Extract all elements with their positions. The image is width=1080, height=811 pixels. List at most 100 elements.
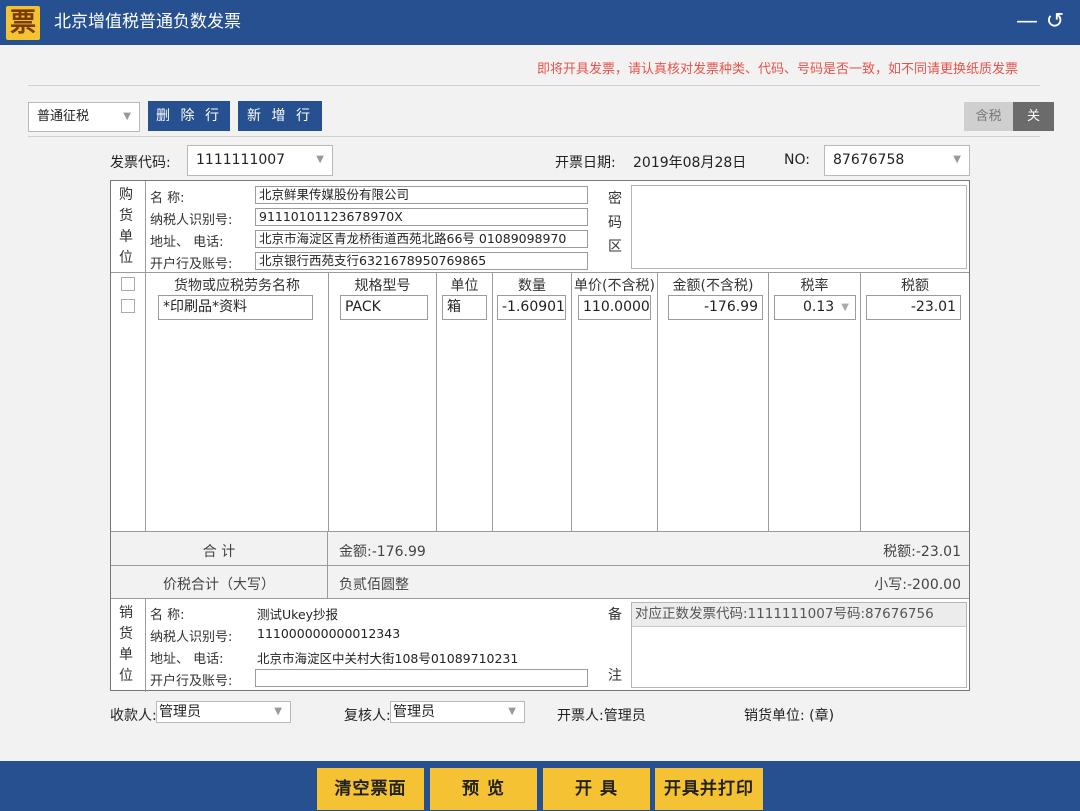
seller-address-value: 北京市海淀区中关村大街108号01089710231 xyxy=(257,651,519,666)
seller-taxid-value: 111000000000012343 xyxy=(257,626,401,641)
tax-included-state: 关 xyxy=(1013,102,1054,131)
seller-taxid-label: 纳税人识别号: xyxy=(150,630,233,645)
invoice-type-select[interactable]: 普通征税 ▼ xyxy=(28,102,140,132)
divider xyxy=(111,272,969,273)
tax-included-label: 含税 xyxy=(964,102,1013,131)
divider xyxy=(145,598,146,692)
item-tax-cell[interactable]: -23.01 xyxy=(866,295,961,320)
column-header-rate: 税率 xyxy=(800,278,829,294)
grand-total-label: 价税合计（大写） xyxy=(163,577,275,593)
seller-bank-label: 开户行及账号: xyxy=(150,674,233,689)
total-amount: 金额:-176.99 xyxy=(339,544,426,560)
chevron-down-icon: ▼ xyxy=(841,302,849,313)
grand-total-small: 小写:-200.00 xyxy=(874,577,961,593)
action-bar xyxy=(0,761,1080,811)
remark-label-top: 备 xyxy=(608,607,622,623)
chevron-down-icon: ▼ xyxy=(953,154,961,165)
issue-button[interactable]: 开 具 xyxy=(543,768,650,810)
issue-date-label: 开票日期: xyxy=(555,155,616,171)
add-row-button[interactable]: 新 增 行 xyxy=(238,101,322,131)
divider xyxy=(860,272,861,531)
row-checkbox[interactable] xyxy=(121,299,135,313)
reviewer-select[interactable]: 管理员 ▼ xyxy=(390,701,525,723)
seller-address-label: 地址、 电话: xyxy=(150,652,224,667)
invoice-type-value: 普通征税 xyxy=(37,109,90,124)
divider xyxy=(328,272,329,531)
column-header-unit: 单位 xyxy=(450,278,479,294)
minimize-button[interactable]: — xyxy=(1014,8,1040,36)
seller-side-label: 销货单位 xyxy=(119,605,133,684)
divider xyxy=(571,272,572,531)
tax-included-toggle[interactable]: 含税 关 xyxy=(964,102,1054,131)
invoice-no-value: 87676758 xyxy=(833,152,905,168)
seller-seal-label: 销货单位: (章) xyxy=(744,708,835,724)
invoice-code-label: 发票代码: xyxy=(110,155,171,171)
buyer-name-field[interactable]: 北京鲜果传媒股份有限公司 xyxy=(255,186,588,204)
column-header-tax: 税额 xyxy=(901,278,929,294)
column-header-amount: 金额(不含税) xyxy=(672,278,754,294)
preview-button[interactable]: 预 览 xyxy=(430,768,537,810)
warning-notice: 即将开具发票，请认真核对发票种类、代码、号码是否一致，如不同请更换纸质发票 xyxy=(536,62,1018,77)
chevron-down-icon: ▼ xyxy=(316,154,324,165)
invoice-no-select[interactable]: 87676758 ▼ xyxy=(824,145,970,176)
total-tax: 税额:-23.01 xyxy=(883,544,961,560)
seller-name-value: 测试Ukey抄报 xyxy=(257,607,339,622)
divider xyxy=(657,272,658,531)
chevron-down-icon: ▼ xyxy=(508,706,516,717)
payee-select[interactable]: 管理员 ▼ xyxy=(156,701,291,723)
remark-text: 对应正数发票代码:1111111007号码:87676756 xyxy=(632,603,966,627)
divider xyxy=(145,181,146,531)
buyer-taxid-label: 纳税人识别号: xyxy=(150,213,233,228)
delete-row-button[interactable]: 删 除 行 xyxy=(148,101,230,131)
item-price-cell[interactable]: 110.0000 xyxy=(578,295,651,320)
buyer-taxid-field[interactable]: 91110101123678970X xyxy=(255,208,588,226)
item-qty-cell[interactable]: -1.60901 xyxy=(497,295,566,320)
remark-textarea[interactable]: 对应正数发票代码:1111111007号码:87676756 xyxy=(631,602,967,688)
divider xyxy=(492,272,493,531)
drawer-label: 开票人:管理员 xyxy=(557,708,646,724)
total-label: 合 计 xyxy=(202,544,236,560)
issue-and-print-button[interactable]: 开具并打印 xyxy=(655,768,763,810)
item-unit-cell[interactable]: 箱 xyxy=(442,295,487,320)
buyer-bank-field[interactable]: 北京银行西苑支行6321678950769865 xyxy=(255,252,588,270)
divider xyxy=(111,598,969,599)
invoice-code-value: 1111111007 xyxy=(196,152,286,168)
seller-bank-field[interactable] xyxy=(255,669,588,687)
chevron-down-icon: ▼ xyxy=(274,706,282,717)
column-header-name: 货物或应税劳务名称 xyxy=(174,278,300,294)
item-amount-cell[interactable]: -176.99 xyxy=(668,295,763,320)
column-header-price: 单价(不含税) xyxy=(574,278,655,294)
grand-total-words: 负贰佰圆整 xyxy=(339,577,409,593)
item-spec-cell[interactable]: PACK xyxy=(340,295,428,320)
buyer-name-label: 名 称: xyxy=(150,191,185,206)
title-bar: 票 北京增值税普通负数发票 — ↺ xyxy=(0,0,1080,45)
invoice-code-select[interactable]: 1111111007 ▼ xyxy=(187,145,333,176)
buyer-side-label: 购货单位 xyxy=(119,187,133,266)
clear-invoice-button[interactable]: 清空票面 xyxy=(317,768,424,810)
item-name-cell[interactable]: *印刷品*资料 xyxy=(158,295,313,320)
seller-name-label: 名 称: xyxy=(150,608,185,623)
item-rate-select[interactable]: 0.13 ▼ xyxy=(774,295,856,320)
cipher-area-label: 密码区 xyxy=(608,191,622,255)
column-header-spec: 规格型号 xyxy=(354,278,411,294)
buyer-address-label: 地址、 电话: xyxy=(150,235,224,250)
divider xyxy=(111,565,969,566)
back-icon[interactable]: ↺ xyxy=(1042,8,1068,36)
window-title: 北京增值税普通负数发票 xyxy=(54,12,241,32)
invoice-form: 购货单位 名 称: 北京鲜果传媒股份有限公司 纳税人识别号: 911101011… xyxy=(110,180,970,692)
invoice-no-label: NO: xyxy=(784,152,810,168)
buyer-address-field[interactable]: 北京市海淀区青龙桥街道西苑北路66号 01089098970 xyxy=(255,230,588,248)
cipher-area xyxy=(631,185,967,269)
issue-date-value: 2019年08月28日 xyxy=(633,155,747,171)
column-header-qty: 数量 xyxy=(518,278,546,294)
buyer-bank-label: 开户行及账号: xyxy=(150,257,233,272)
divider xyxy=(436,272,437,531)
divider xyxy=(28,85,1040,86)
select-all-checkbox[interactable] xyxy=(121,277,135,291)
chevron-down-icon: ▼ xyxy=(123,111,131,122)
reviewer-label: 复核人: xyxy=(344,708,391,724)
remark-label-bottom: 注 xyxy=(608,668,622,684)
reviewer-value: 管理员 xyxy=(393,704,435,720)
payee-value: 管理员 xyxy=(159,704,201,720)
divider xyxy=(28,136,1040,137)
